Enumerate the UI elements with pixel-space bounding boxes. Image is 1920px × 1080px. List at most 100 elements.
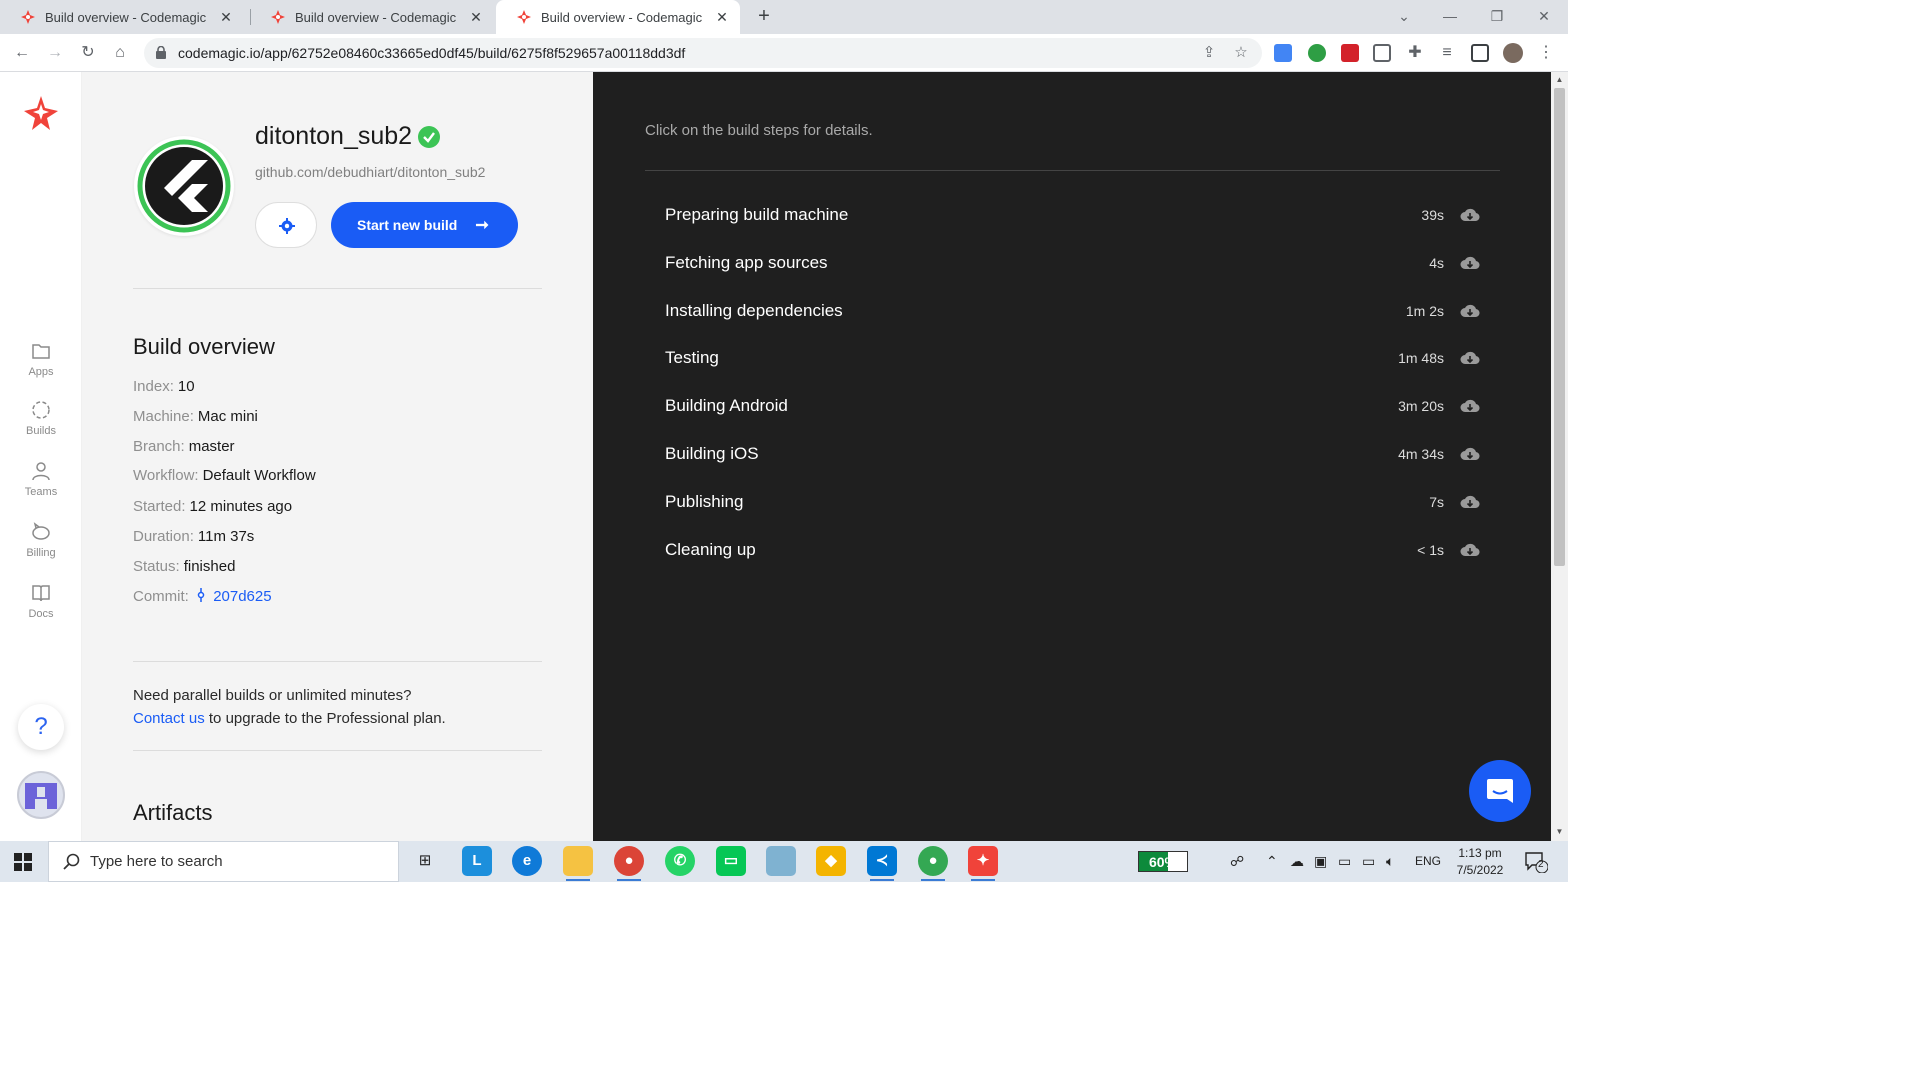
back-icon[interactable]: ← bbox=[12, 43, 32, 63]
new-tab-button[interactable]: + bbox=[754, 6, 774, 26]
scrollbar-thumb[interactable] bbox=[1554, 88, 1565, 566]
book-icon bbox=[32, 585, 50, 602]
field-duration: Duration: 11m 37s bbox=[133, 528, 255, 545]
chrome-profile-icon[interactable]: ● bbox=[918, 846, 948, 881]
browser-tab[interactable]: Build overview - Codemagic ✕ bbox=[250, 0, 494, 34]
reload-icon[interactable]: ↻ bbox=[78, 43, 98, 63]
tab-close-icon[interactable]: ✕ bbox=[714, 9, 730, 25]
chrome-icon[interactable]: ● bbox=[614, 846, 644, 881]
build-step[interactable]: Installing dependencies 1m 2s bbox=[665, 299, 1480, 323]
rail-item-apps[interactable]: Apps bbox=[0, 340, 82, 378]
forward-icon[interactable]: → bbox=[45, 43, 65, 63]
battery-indicator[interactable]: 60% bbox=[1138, 851, 1188, 872]
scroll-down-icon[interactable]: ▼ bbox=[1554, 827, 1565, 837]
side-panel-icon[interactable] bbox=[1471, 44, 1489, 62]
build-step[interactable]: Publishing 7s bbox=[665, 490, 1480, 514]
tab-search-icon[interactable]: ⌄ bbox=[1394, 6, 1414, 26]
edge-icon[interactable]: e bbox=[512, 846, 542, 876]
rail-item-billing[interactable]: Billing bbox=[0, 521, 82, 559]
download-cloud-icon[interactable] bbox=[1460, 303, 1480, 319]
step-duration: 4m 34s bbox=[1398, 446, 1444, 462]
home-icon[interactable]: ⌂ bbox=[110, 43, 130, 63]
chat-button[interactable] bbox=[1469, 760, 1531, 822]
step-name: Publishing bbox=[665, 492, 744, 511]
download-cloud-icon[interactable] bbox=[1460, 542, 1480, 558]
rail-item-docs[interactable]: Docs bbox=[0, 582, 82, 620]
extensions-puzzle-icon[interactable]: ✚ bbox=[1405, 43, 1425, 63]
address-bar[interactable]: codemagic.io/app/62752e08460c33665ed0df4… bbox=[144, 38, 1262, 68]
download-cloud-icon[interactable] bbox=[1460, 255, 1480, 271]
rail-item-teams[interactable]: Teams bbox=[0, 460, 82, 498]
artifacts-title: Artifacts bbox=[133, 800, 213, 825]
task-view-icon[interactable]: ⊞ bbox=[410, 846, 440, 876]
file-explorer-icon[interactable] bbox=[563, 846, 593, 881]
window-close-icon[interactable]: ✕ bbox=[1534, 6, 1554, 26]
repo-link[interactable]: github.com/debudhiart/ditonton_sub2 bbox=[255, 164, 485, 180]
build-step[interactable]: Cleaning up < 1s bbox=[665, 538, 1480, 562]
share-icon[interactable]: ⇪ bbox=[1200, 44, 1218, 62]
whatsapp-icon[interactable]: ✆ bbox=[665, 846, 695, 876]
onedrive-icon[interactable]: ☁ bbox=[1290, 853, 1304, 870]
step-name: Fetching app sources bbox=[665, 253, 828, 272]
build-step[interactable]: Preparing build machine 39s bbox=[665, 203, 1480, 227]
camera-icon[interactable] bbox=[1373, 44, 1391, 62]
page-scrollbar[interactable]: ▲ ▼ bbox=[1551, 72, 1568, 841]
app-tablet-icon[interactable] bbox=[766, 846, 796, 876]
download-cloud-icon[interactable] bbox=[1460, 207, 1480, 223]
windows-start-icon[interactable] bbox=[14, 853, 32, 871]
gear-icon bbox=[279, 218, 295, 234]
chrome-menu-icon[interactable]: ⋮ bbox=[1536, 43, 1556, 63]
build-step[interactable]: Fetching app sources 4s bbox=[665, 251, 1480, 275]
extension-red-icon[interactable] bbox=[1341, 44, 1359, 62]
rail-item-builds[interactable]: Builds bbox=[0, 399, 82, 437]
browser-tab[interactable]: Build overview - Codemagic ✕ bbox=[0, 0, 244, 34]
build-step[interactable]: Building iOS 4m 34s bbox=[665, 442, 1480, 466]
codemagic-app-icon[interactable]: ✦ bbox=[968, 846, 998, 881]
people-icon[interactable]: ☍ bbox=[1230, 853, 1244, 870]
tab-close-icon[interactable]: ✕ bbox=[218, 9, 234, 25]
reading-list-icon[interactable]: ≡ bbox=[1437, 43, 1457, 63]
app-name: ditonton_sub2 bbox=[255, 122, 441, 151]
commit-link[interactable]: 207d625 bbox=[213, 588, 271, 605]
divider bbox=[133, 288, 542, 289]
tab-close-icon[interactable]: ✕ bbox=[468, 9, 484, 25]
google-translate-icon[interactable] bbox=[1274, 44, 1292, 62]
start-new-build-button[interactable]: Start new build ➞ bbox=[331, 202, 518, 248]
scroll-up-icon[interactable]: ▲ bbox=[1554, 75, 1565, 85]
bookmark-star-icon[interactable]: ☆ bbox=[1232, 44, 1250, 62]
browser-tab-active[interactable]: Build overview - Codemagic ✕ bbox=[496, 0, 740, 34]
extension-globe-icon[interactable] bbox=[1308, 44, 1326, 62]
battery-tray-icon[interactable]: ▭ bbox=[1338, 853, 1351, 870]
step-name: Building Android bbox=[665, 396, 788, 415]
upgrade-notice: Need parallel builds or unlimited minute… bbox=[133, 684, 446, 730]
language-indicator[interactable]: ENG bbox=[1415, 854, 1441, 868]
tray-app-icon[interactable]: ▣ bbox=[1314, 853, 1327, 870]
tray-expand-icon[interactable]: ⌃ bbox=[1266, 853, 1278, 870]
step-duration: 39s bbox=[1421, 207, 1444, 223]
build-step[interactable]: Testing 1m 48s bbox=[665, 346, 1480, 370]
download-cloud-icon[interactable] bbox=[1460, 494, 1480, 510]
minimize-icon[interactable]: — bbox=[1440, 6, 1460, 26]
build-overview-title: Build overview bbox=[133, 334, 275, 359]
download-cloud-icon[interactable] bbox=[1460, 398, 1480, 414]
app-l-icon[interactable]: L bbox=[462, 846, 492, 876]
vscode-icon[interactable]: ≺ bbox=[867, 846, 897, 881]
profile-avatar[interactable] bbox=[1503, 43, 1523, 63]
volume-icon[interactable]: 🔈︎ bbox=[1386, 853, 1394, 870]
user-avatar[interactable] bbox=[17, 771, 65, 819]
taskbar-clock[interactable]: 1:13 pm 7/5/2022 bbox=[1448, 845, 1512, 879]
network-icon[interactable]: ▭ bbox=[1362, 853, 1375, 870]
line-icon[interactable]: ▭ bbox=[716, 846, 746, 876]
download-cloud-icon[interactable] bbox=[1460, 446, 1480, 462]
app-settings-button[interactable] bbox=[255, 202, 317, 248]
build-step[interactable]: Building Android 3m 20s bbox=[665, 394, 1480, 418]
taskbar-search-box[interactable]: Type here to search bbox=[48, 841, 399, 882]
notification-center-icon[interactable]: 2 bbox=[1524, 851, 1549, 874]
app-gem-icon[interactable]: ◆ bbox=[816, 846, 846, 876]
contact-us-link[interactable]: Contact us bbox=[133, 710, 205, 727]
restore-icon[interactable]: ❐ bbox=[1487, 6, 1507, 26]
download-cloud-icon[interactable] bbox=[1460, 350, 1480, 366]
builds-icon bbox=[32, 401, 50, 419]
help-button[interactable]: ? bbox=[18, 704, 64, 750]
codemagic-logo-icon[interactable] bbox=[22, 94, 60, 132]
